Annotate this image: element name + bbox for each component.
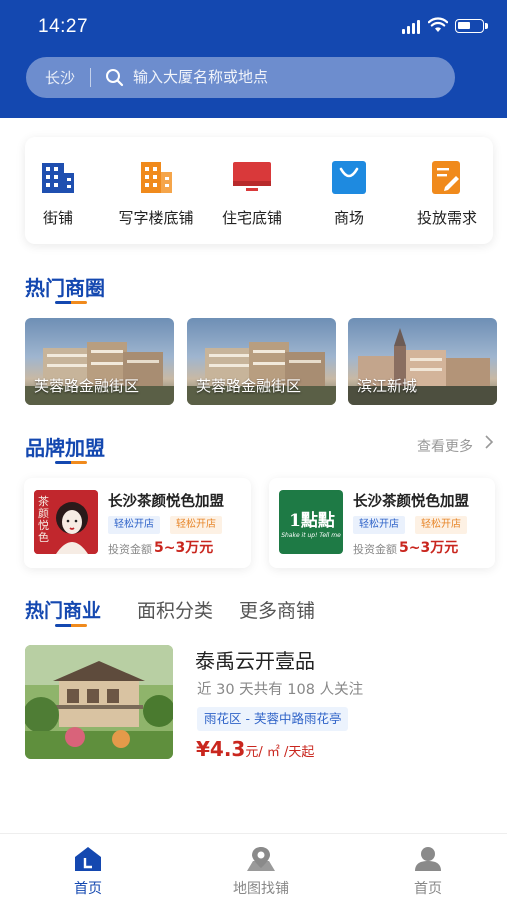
district-label: 芙蓉路金融街区 xyxy=(196,377,302,395)
invest-value: 5~3万元 xyxy=(154,540,214,556)
category-card: 街铺 写字楼底铺 住宅底铺 商场 投放需求 xyxy=(25,137,493,244)
section-underline xyxy=(55,301,87,304)
wifi-icon xyxy=(428,17,448,32)
edit-note-icon xyxy=(429,159,465,195)
brand-logo: 1點點 Shake it up! Tell me xyxy=(279,490,343,554)
brands-title: 品牌加盟 xyxy=(25,436,105,460)
invest-label: 投资金额 xyxy=(108,543,152,556)
listing-price: ¥4.3元/ ㎡ /天起 xyxy=(196,737,314,761)
listing-photo[interactable] xyxy=(25,645,173,759)
nav-label: 首页 xyxy=(414,881,442,897)
battery-icon xyxy=(455,19,488,33)
district-label: 芙蓉路金融街区 xyxy=(34,377,140,395)
see-more-link[interactable]: 查看更多 xyxy=(417,436,473,456)
status-time: 14:27 xyxy=(38,16,89,37)
invest-label: 投资金额 xyxy=(353,543,397,556)
brand-tag: 轻松开店 xyxy=(108,516,160,534)
district-card[interactable]: 芙蓉路金融街区 xyxy=(187,318,336,405)
tab-underline xyxy=(55,624,87,627)
district-card[interactable]: 芙蓉路金融街区 xyxy=(25,318,174,405)
search-input[interactable] xyxy=(133,65,433,89)
brand-tag: 轻松开店 xyxy=(353,516,405,534)
map-pin-icon xyxy=(247,846,275,872)
search-bar[interactable]: 长沙 xyxy=(26,57,455,98)
nav-label: 地图找铺 xyxy=(233,881,289,897)
brand-tag: 轻松开店 xyxy=(415,516,467,534)
tab-more-shops[interactable]: 更多商铺 xyxy=(239,596,315,623)
brand-logo: 茶颜悦色 xyxy=(34,490,98,554)
district-label: 滨江新城 xyxy=(357,377,418,395)
app-header: 14:27 长沙 xyxy=(0,0,507,118)
category-street-shop[interactable]: 街铺 xyxy=(8,159,108,228)
brand-tag: 轻松开店 xyxy=(170,516,222,534)
home-icon xyxy=(74,846,102,872)
office-building-icon xyxy=(138,159,174,195)
category-label: 街铺 xyxy=(42,209,73,227)
brand-card[interactable]: 1點點 Shake it up! Tell me 长沙茶颜悦色加盟 轻松开店 轻… xyxy=(269,478,495,568)
brand-logo-text: 1點點 xyxy=(289,511,335,531)
category-mall[interactable]: 商场 xyxy=(299,159,399,228)
brand-name: 长沙茶颜悦色加盟 xyxy=(108,494,224,510)
cellular-signal-icon xyxy=(402,20,424,34)
price-unit: 元/ ㎡ /天起 xyxy=(245,745,315,760)
nav-home[interactable]: 首页 xyxy=(38,846,138,898)
category-label: 商场 xyxy=(333,209,364,227)
category-residential-shop[interactable]: 住宅底铺 xyxy=(202,159,302,228)
brand-name: 长沙茶颜悦色加盟 xyxy=(353,494,469,510)
listing-location-tag: 雨花区 - 芙蓉中路雨花亭 xyxy=(197,707,349,731)
status-bar: 14:27 xyxy=(0,0,507,50)
brand-logo-text: 茶颜悦色 xyxy=(38,495,49,544)
brand-logo-subtext: Shake it up! Tell me xyxy=(281,532,341,539)
tab-area-category[interactable]: 面积分类 xyxy=(137,596,213,623)
city-selector[interactable]: 长沙 xyxy=(45,67,75,88)
category-label: 住宅底铺 xyxy=(221,209,282,227)
section-underline xyxy=(55,461,87,464)
nav-label: 首页 xyxy=(74,881,102,897)
invest-value: 5~3万元 xyxy=(399,540,459,556)
building-icon xyxy=(40,159,76,195)
shopping-bag-icon xyxy=(331,159,367,195)
search-icon xyxy=(106,69,124,87)
chevron-right-icon[interactable] xyxy=(484,434,494,450)
search-divider xyxy=(90,68,91,87)
nav-profile[interactable]: 首页 xyxy=(378,846,478,898)
listing-follow-count: 近 30 天共有 108 人关注 xyxy=(197,682,364,698)
category-label: 投放需求 xyxy=(416,209,477,227)
user-icon xyxy=(414,846,442,872)
district-card[interactable]: 滨江新城 xyxy=(348,318,497,405)
tab-hot-commercial[interactable]: 热门商业 xyxy=(25,596,101,623)
nav-map-search[interactable]: 地图找铺 xyxy=(211,846,311,898)
category-office-shop[interactable]: 写字楼底铺 xyxy=(106,159,206,228)
price-value: ¥4.3 xyxy=(196,737,246,761)
bottom-nav: 首页 地图找铺 首页 xyxy=(0,833,507,900)
listing-title[interactable]: 泰禹云开壹品 xyxy=(195,645,315,674)
category-label: 写字楼底铺 xyxy=(118,209,194,227)
category-demand[interactable]: 投放需求 xyxy=(397,159,497,228)
brand-card[interactable]: 茶颜悦色 长沙茶颜悦色加盟 轻松开店 轻松开店 投资金额 5~3万元 xyxy=(24,478,251,568)
monitor-icon xyxy=(232,159,272,195)
hot-districts-title: 热门商圈 xyxy=(25,276,105,300)
